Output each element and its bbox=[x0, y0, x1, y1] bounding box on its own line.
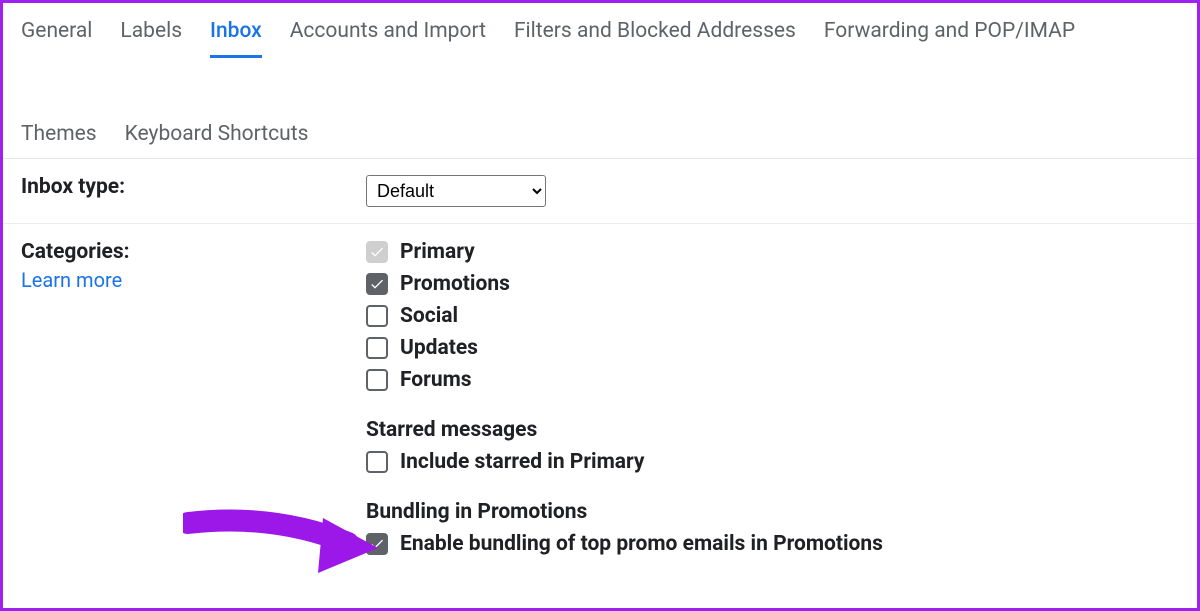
checkbox-primary bbox=[366, 241, 388, 263]
settings-tabs: General Labels Inbox Accounts and Import… bbox=[3, 3, 1197, 159]
check-icon bbox=[369, 536, 385, 552]
checkbox-social[interactable] bbox=[366, 305, 388, 327]
learn-more-link[interactable]: Learn more bbox=[21, 268, 366, 292]
tab-keyboard-shortcuts[interactable]: Keyboard Shortcuts bbox=[125, 114, 309, 158]
checkbox-promotions[interactable] bbox=[366, 273, 388, 295]
starred-item-label: Include starred in Primary bbox=[400, 450, 644, 474]
checkbox-bundling[interactable] bbox=[366, 533, 388, 555]
starred-heading: Starred messages bbox=[366, 418, 1179, 442]
inbox-type-select[interactable]: Default bbox=[366, 175, 546, 207]
category-item-promotions: Promotions bbox=[366, 272, 1179, 296]
check-icon bbox=[369, 244, 385, 260]
inbox-type-label: Inbox type: bbox=[21, 175, 125, 199]
checkbox-updates[interactable] bbox=[366, 337, 388, 359]
settings-body: Inbox type: Default Categories: Learn mo… bbox=[3, 159, 1197, 572]
category-item-updates: Updates bbox=[366, 336, 1179, 360]
tab-themes[interactable]: Themes bbox=[21, 114, 97, 158]
bundling-heading: Bundling in Promotions bbox=[366, 500, 1179, 524]
tab-general[interactable]: General bbox=[21, 11, 92, 55]
tab-labels[interactable]: Labels bbox=[120, 11, 182, 55]
bundling-item: Enable bundling of top promo emails in P… bbox=[366, 532, 1179, 556]
row-categories: Categories: Learn more Primary Promotion… bbox=[3, 224, 1197, 572]
tab-accounts-import[interactable]: Accounts and Import bbox=[290, 11, 486, 55]
tab-forwarding-pop-imap[interactable]: Forwarding and POP/IMAP bbox=[824, 11, 1075, 55]
category-item-forums: Forums bbox=[366, 368, 1179, 392]
category-item-social: Social bbox=[366, 304, 1179, 328]
category-label-promotions: Promotions bbox=[400, 272, 510, 296]
category-label-updates: Updates bbox=[400, 336, 478, 360]
row-inbox-type: Inbox type: Default bbox=[3, 159, 1197, 224]
starred-item: Include starred in Primary bbox=[366, 450, 1179, 474]
tab-inbox[interactable]: Inbox bbox=[210, 11, 262, 58]
categories-label: Categories: bbox=[21, 240, 130, 264]
check-icon bbox=[369, 276, 385, 292]
checkbox-include-starred[interactable] bbox=[366, 451, 388, 473]
category-label-social: Social bbox=[400, 304, 458, 328]
bundling-item-label: Enable bundling of top promo emails in P… bbox=[400, 532, 883, 556]
category-item-primary: Primary bbox=[366, 240, 1179, 264]
category-checklist: Primary Promotions Social bbox=[366, 240, 1179, 392]
tab-filters-blocked[interactable]: Filters and Blocked Addresses bbox=[514, 11, 796, 55]
checkbox-forums[interactable] bbox=[366, 369, 388, 391]
category-label-forums: Forums bbox=[400, 368, 472, 392]
category-label-primary: Primary bbox=[400, 240, 475, 264]
